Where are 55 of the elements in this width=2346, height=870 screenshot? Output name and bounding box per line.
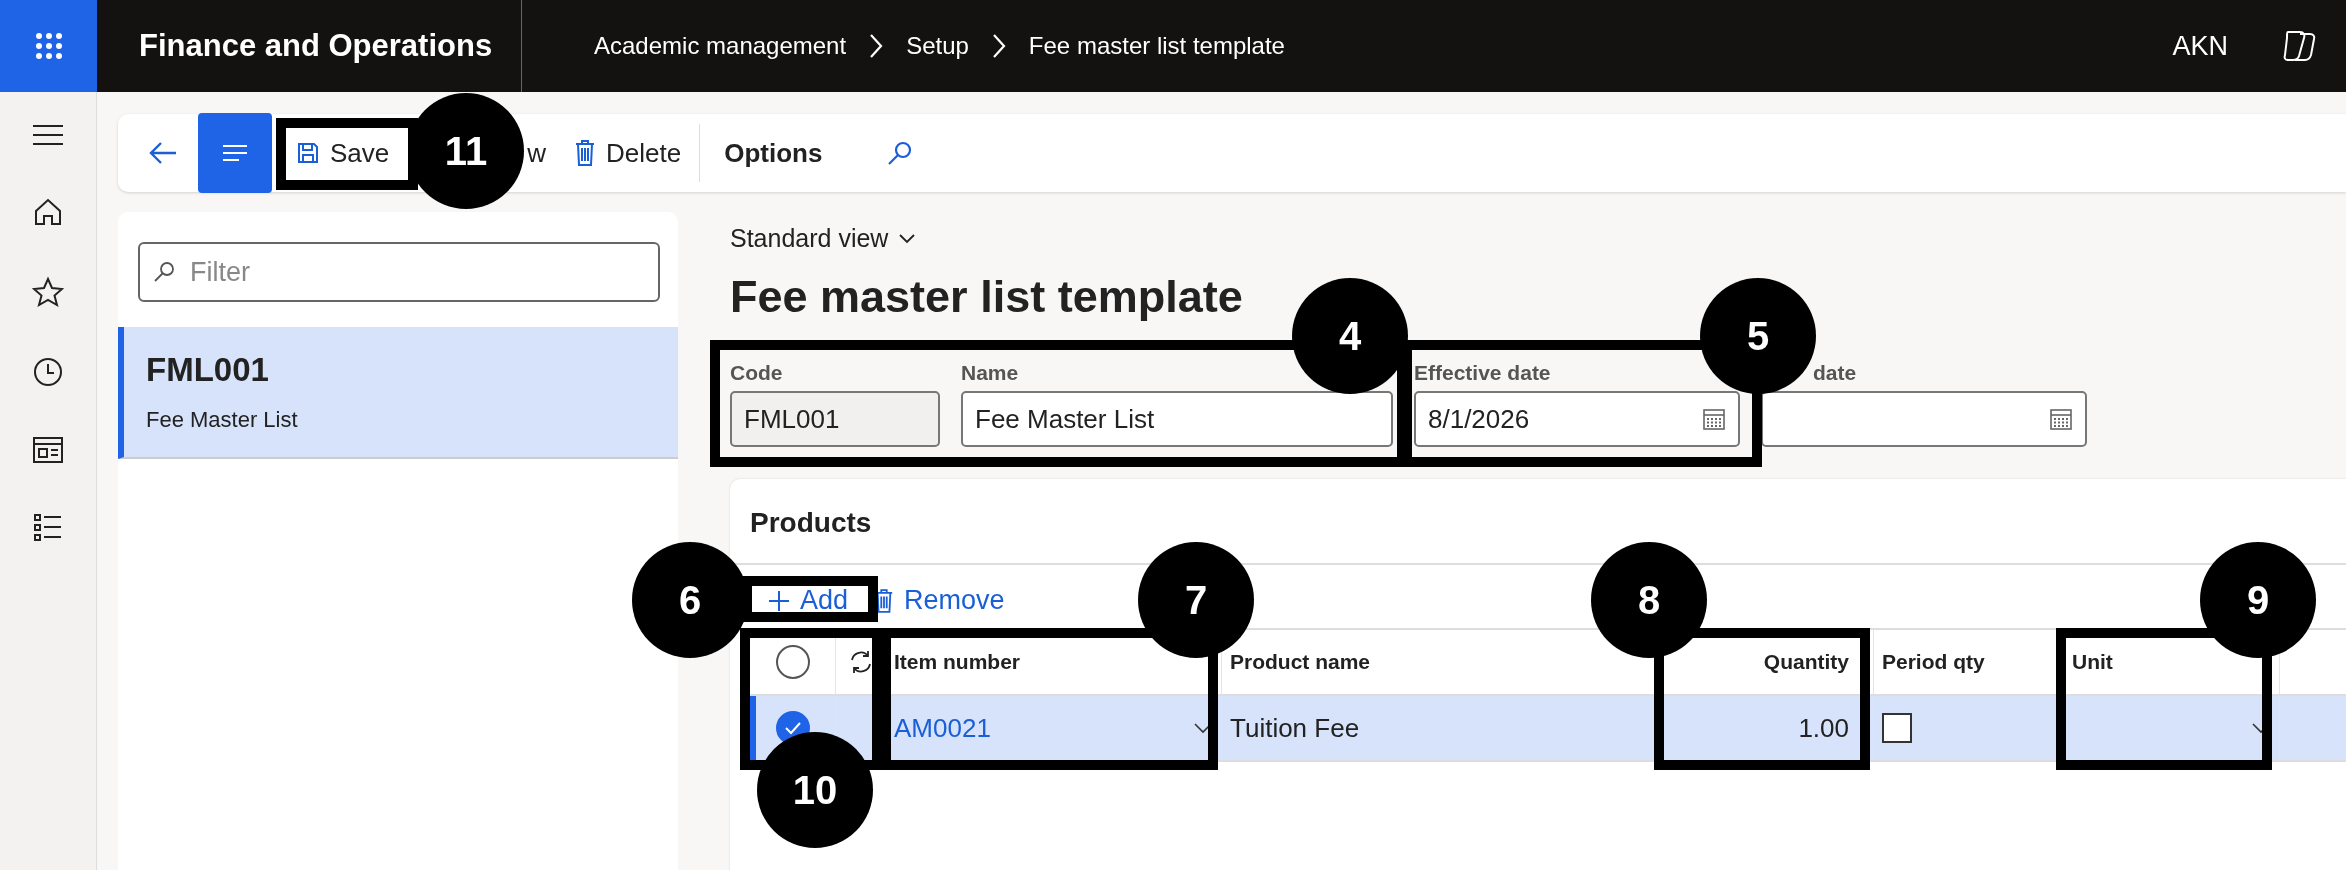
list-toggle-button[interactable] [198, 113, 272, 193]
section-title: Products [750, 507, 873, 539]
grid-icon [33, 31, 64, 61]
text-field[interactable]: Fee Master List [961, 391, 1393, 447]
save-icon [296, 141, 320, 165]
table-row[interactable]: AM0021 Tuition Fee 1.00 [750, 696, 2346, 762]
search-icon [152, 260, 176, 284]
list-item[interactable]: FML001 Fee Master List [118, 327, 678, 459]
user-initials[interactable]: AKN [2172, 30, 2228, 62]
trash-icon [574, 139, 597, 167]
view-selector[interactable]: Standard view [730, 224, 917, 253]
calendar-icon[interactable] [2049, 407, 2073, 431]
date-field[interactable]: 8/1/2026 [1414, 391, 1740, 447]
column-header[interactable]: Unit [2072, 650, 2113, 674]
table-cell: 1.00 [1798, 712, 1849, 744]
select-all-circle[interactable] [775, 645, 810, 679]
menu-icon[interactable] [31, 122, 65, 148]
field-label: Effective date [1414, 361, 1552, 386]
record-name: Fee Master List [146, 407, 299, 433]
plus-icon [768, 589, 790, 612]
options-button[interactable]: Options [710, 123, 837, 183]
calendar-icon[interactable] [1702, 407, 1726, 431]
date-field[interactable] [1761, 391, 2087, 447]
page-title: Fee master list template [730, 271, 1244, 323]
remove-button[interactable]: Remove [866, 585, 1013, 616]
lines-icon [221, 143, 249, 163]
record-code: FML001 [146, 351, 270, 389]
new-button[interactable]: w [527, 123, 561, 183]
workspace-icon[interactable] [32, 436, 64, 464]
delete-button[interactable]: Delete [560, 123, 696, 183]
breadcrumb-link[interactable]: Academic management [594, 32, 847, 60]
chevron-right-icon [990, 33, 1007, 59]
app-title: Finance and Operations [139, 28, 493, 64]
item-number-link[interactable]: AM0021 [894, 712, 991, 744]
add-button[interactable]: Add [760, 585, 857, 616]
column-header[interactable]: Item number [894, 650, 1021, 674]
save-button[interactable]: Save [282, 123, 404, 183]
chevron-down-icon [898, 232, 917, 245]
home-icon[interactable] [32, 196, 64, 228]
column-header[interactable]: Quantity [1763, 650, 1849, 674]
table-cell: Tuition Fee [1230, 712, 1360, 744]
breadcrumb-link[interactable]: Setup [906, 32, 969, 60]
field-label: Code [730, 361, 784, 386]
column-header[interactable]: Period qty [1882, 650, 1985, 674]
chevron-right-icon [868, 33, 885, 59]
breadcrumb-link[interactable]: Fee master list template [1028, 32, 1285, 60]
filter-field[interactable]: Filter [138, 242, 660, 302]
list-icon[interactable] [32, 512, 64, 542]
field-label: Name [961, 361, 1020, 386]
app-launcher-button[interactable] [0, 0, 97, 92]
callout-badge: 4 [1292, 278, 1408, 394]
star-icon[interactable] [32, 276, 64, 308]
arrow-left-icon [148, 141, 178, 165]
clock-icon[interactable] [32, 356, 64, 388]
checkbox[interactable] [1882, 713, 1912, 743]
